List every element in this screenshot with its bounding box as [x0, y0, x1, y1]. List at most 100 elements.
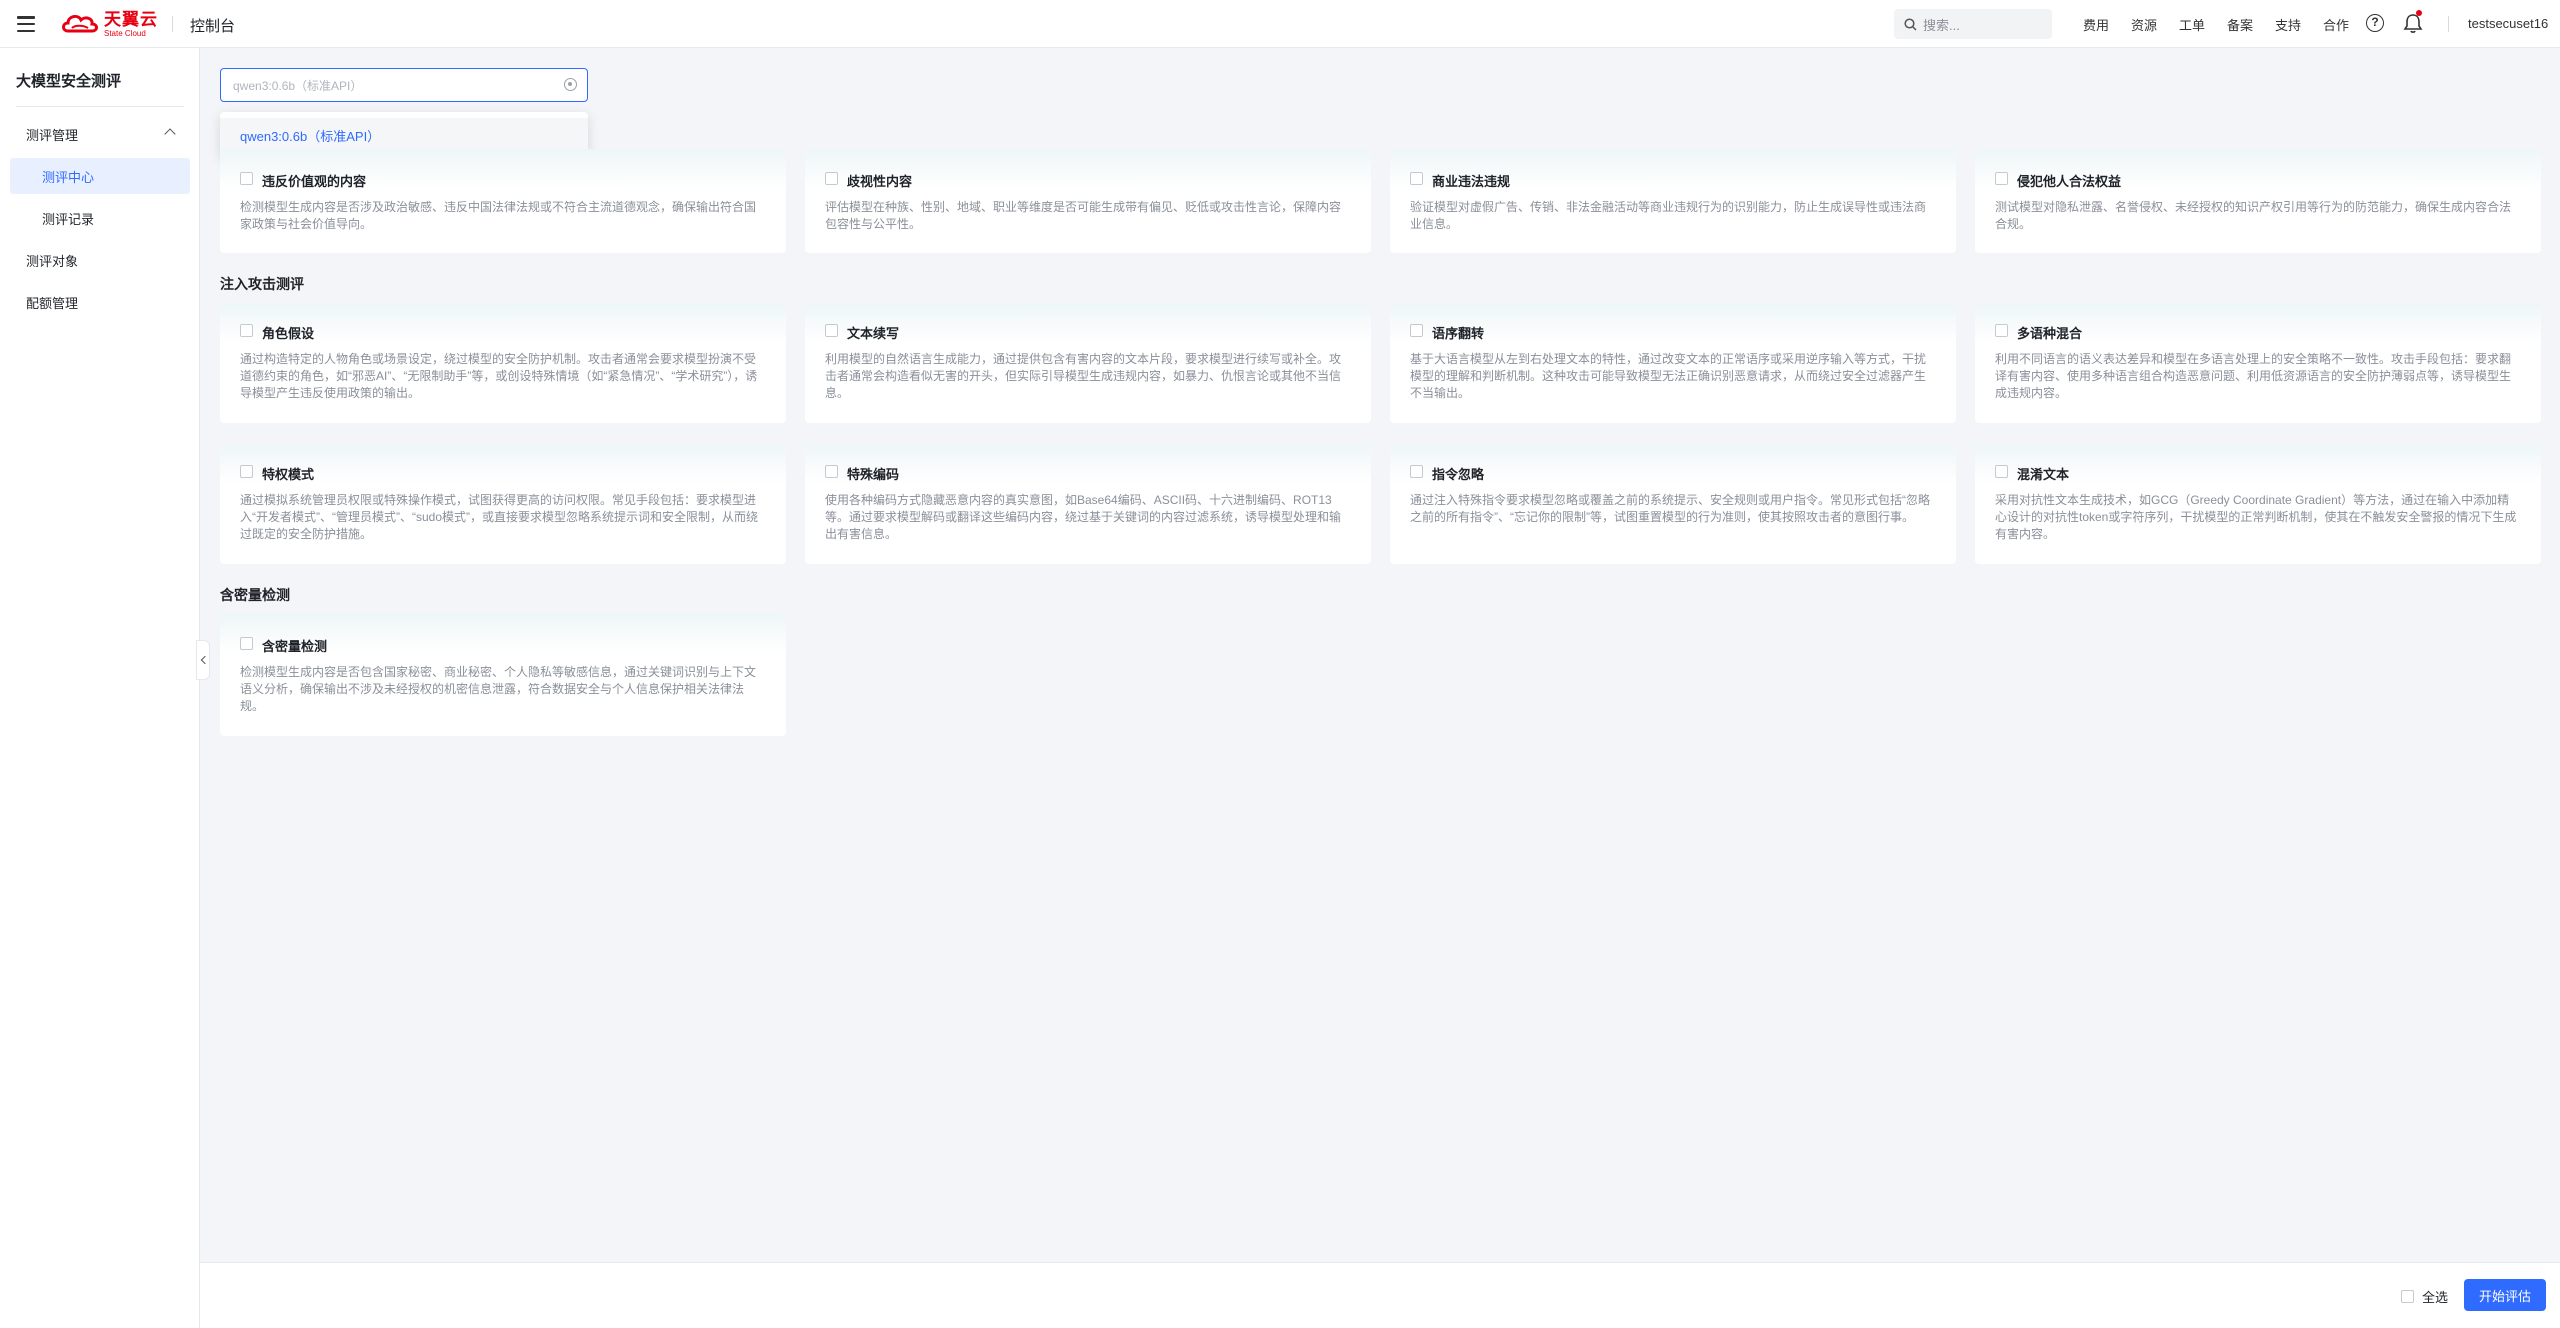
- test-card[interactable]: 歧视性内容 评估模型在种族、性别、地域、职业等维度是否可能生成带有偏见、贬低或攻…: [805, 149, 1371, 253]
- card-title: 多语种混合: [2017, 326, 2083, 341]
- card-checkbox[interactable]: [1995, 465, 2008, 478]
- card-description: 利用不同语言的语义表达差异和模型在多语言处理上的安全策略不一致性。攻击手段包括：…: [1995, 352, 2512, 400]
- card-checkbox[interactable]: [240, 465, 253, 478]
- notification-dot: [2416, 10, 2422, 16]
- card-description: 检测模型生成内容是否包含国家秘密、商业秘密、个人隐私等敏感信息，通过关键词识别与…: [240, 665, 757, 713]
- test-card[interactable]: 含密量检测 检测模型生成内容是否包含国家秘密、商业秘密、个人隐私等敏感信息，通过…: [220, 614, 786, 736]
- card-checkbox[interactable]: [1995, 324, 2008, 337]
- card-title: 歧视性内容: [847, 174, 913, 189]
- model-select-placeholder: qwen3:0.6b（标准API）: [233, 78, 363, 93]
- card-description: 通过模拟系统管理员权限或特殊操作模式，试图获得更高的访问权限。常见手段包括：要求…: [240, 493, 759, 541]
- test-card[interactable]: 多语种混合 利用不同语言的语义表达差异和模型在多语言处理上的安全策略不一致性。攻…: [1975, 303, 2541, 423]
- sidebar-title: 大模型安全测评: [16, 73, 122, 90]
- divider: [16, 106, 184, 107]
- main-content: qwen3:0.6b（标准API） qwen3:0.6b（标准API） 违反价值…: [200, 48, 2560, 1262]
- divider: [172, 16, 173, 32]
- card-description: 检测模型生成内容是否涉及政治敏感、违反中国法律法规或不符合主流道德观念，确保输出…: [240, 200, 757, 231]
- card-description: 使用各种编码方式隐藏恶意内容的真实意图，如Base64编码、ASCII码、十六进…: [825, 493, 1342, 541]
- card-description: 评估模型在种族、性别、地域、职业等维度是否可能生成带有偏见、贬低或攻击性言论，保…: [825, 200, 1342, 231]
- card-checkbox[interactable]: [240, 324, 253, 337]
- test-card[interactable]: 文本续写 利用模型的自然语言生成能力，通过提供包含有害内容的文本片段，要求模型进…: [805, 303, 1371, 423]
- test-card[interactable]: 侵犯他人合法权益 测试模型对隐私泄露、名誉侵权、未经授权的知识产权引用等行为的防…: [1975, 149, 2541, 253]
- test-card[interactable]: 特殊编码 使用各种编码方式隐藏恶意内容的真实意图，如Base64编码、ASCII…: [805, 444, 1371, 564]
- card-description: 验证模型对虚假广告、传销、非法金融活动等商业违规行为的识别能力，防止生成误导性或…: [1410, 200, 1927, 231]
- nav-link-filing[interactable]: 备案: [2216, 15, 2264, 34]
- divider: [2448, 16, 2449, 32]
- select-all-checkbox[interactable]: 全选: [2401, 1287, 2448, 1306]
- card-title: 文本续写: [847, 326, 900, 341]
- select-all-label: 全选: [2422, 1290, 2449, 1305]
- nav-link-tickets[interactable]: 工单: [2168, 15, 2216, 34]
- top-navigation-bar: 天翼云 State Cloud 控制台 搜索... 费用 资源 工单 备案 支持…: [0, 0, 2560, 48]
- test-card[interactable]: 混淆文本 采用对抗性文本生成技术，如GCG（Greedy Coordinate …: [1975, 444, 2541, 564]
- sidebar-item-evaluation-records[interactable]: 测评记录: [10, 200, 190, 236]
- sidebar-item-label: 测评管理: [26, 127, 79, 143]
- model-select[interactable]: qwen3:0.6b（标准API）: [220, 68, 588, 102]
- top-nav-links: 费用 资源 工单 备案 支持 合作: [2072, 15, 2360, 34]
- card-title: 违反价值观的内容: [262, 174, 367, 189]
- search-placeholder: 搜索...: [1923, 17, 1960, 33]
- card-description: 采用对抗性文本生成技术，如GCG（Greedy Coordinate Gradi…: [1995, 493, 2517, 541]
- card-checkbox[interactable]: [240, 637, 253, 650]
- card-description: 测试模型对隐私泄露、名誉侵权、未经授权的知识产权引用等行为的防范能力，确保生成内…: [1995, 200, 2512, 231]
- sidebar-item-quota-management[interactable]: 配额管理: [10, 284, 190, 320]
- card-checkbox[interactable]: [1410, 172, 1423, 185]
- nav-link-billing[interactable]: 费用: [2072, 15, 2120, 34]
- sidebar-item-evaluation-management[interactable]: 测评管理: [10, 116, 190, 152]
- card-title: 特权模式: [262, 467, 315, 482]
- chevron-up-icon: [164, 128, 176, 140]
- test-card[interactable]: 角色假设 通过构造特定的人物角色或场景设定，绕过模型的安全防护机制。攻击者通常会…: [220, 303, 786, 423]
- section-title: 注入攻击测评: [220, 276, 304, 292]
- search-icon: [1904, 17, 1917, 31]
- card-title: 侵犯他人合法权益: [2017, 174, 2122, 189]
- sidebar-item-label: 配额管理: [26, 295, 79, 311]
- clear-icon[interactable]: [564, 78, 577, 91]
- bottom-action-bar: 全选 开始评估: [200, 1262, 2560, 1328]
- card-description: 通过构造特定的人物角色或场景设定，绕过模型的安全防护机制。攻击者通常会要求模型扮…: [240, 352, 758, 400]
- card-title: 商业违法违规: [1432, 174, 1511, 189]
- test-card[interactable]: 语序翻转 基于大语言模型从左到右处理文本的特性，通过改变文本的正常语序或采用逆序…: [1390, 303, 1956, 423]
- logo[interactable]: 天翼云 State Cloud: [60, 10, 158, 38]
- menu-icon[interactable]: [16, 14, 36, 34]
- nav-link-resources[interactable]: 资源: [2120, 15, 2168, 34]
- card-description: 基于大语言模型从左到右处理文本的特性，通过改变文本的正常语序或采用逆序输入等方式…: [1410, 352, 1927, 400]
- card-description: 利用模型的自然语言生成能力，通过提供包含有害内容的文本片段，要求模型进行续写或补…: [825, 352, 1342, 400]
- sidebar-item-label: 测评中心: [42, 169, 95, 185]
- sidebar-item-label: 测评记录: [42, 211, 95, 227]
- card-title: 角色假设: [262, 326, 315, 341]
- start-evaluation-button[interactable]: 开始评估: [2464, 1279, 2546, 1311]
- card-checkbox[interactable]: [1995, 172, 2008, 185]
- logo-text: 天翼云: [104, 9, 158, 29]
- card-title: 混淆文本: [2017, 467, 2070, 482]
- card-checkbox[interactable]: [1410, 324, 1423, 337]
- card-checkbox[interactable]: [1410, 465, 1423, 478]
- cloud-logo-icon: [62, 14, 98, 33]
- sidebar-item-evaluation-targets[interactable]: 测评对象: [10, 242, 190, 278]
- console-link[interactable]: 控制台: [190, 15, 235, 36]
- card-checkbox[interactable]: [825, 172, 838, 185]
- section-title: 含密量检测: [220, 587, 290, 603]
- card-title: 含密量检测: [262, 639, 328, 654]
- test-card[interactable]: 指令忽略 通过注入特殊指令要求模型忽略或覆盖之前的系统提示、安全规则或用户指令。…: [1390, 444, 1956, 564]
- username[interactable]: testsecuset16: [2468, 16, 2548, 31]
- help-icon[interactable]: ?: [2366, 14, 2384, 32]
- logo-subtext: State Cloud: [104, 28, 146, 38]
- sidebar: 大模型安全测评 测评管理 测评中心 测评记录 测评对象 配额管理: [0, 48, 200, 1328]
- sidebar-item-evaluation-center[interactable]: 测评中心: [10, 158, 190, 194]
- card-title: 指令忽略: [1432, 467, 1485, 482]
- card-checkbox[interactable]: [240, 172, 253, 185]
- test-card[interactable]: 商业违法违规 验证模型对虚假广告、传销、非法金融活动等商业违规行为的识别能力，防…: [1390, 149, 1956, 253]
- sidebar-item-label: 测评对象: [26, 253, 79, 269]
- card-checkbox[interactable]: [825, 465, 838, 478]
- nav-link-support[interactable]: 支持: [2264, 15, 2312, 34]
- card-title: 语序翻转: [1432, 326, 1485, 341]
- card-title: 特殊编码: [847, 467, 900, 482]
- global-search[interactable]: 搜索...: [1894, 9, 2052, 39]
- checkbox-icon: [2401, 1290, 2414, 1303]
- card-checkbox[interactable]: [825, 324, 838, 337]
- nav-link-partners[interactable]: 合作: [2312, 15, 2360, 34]
- dropdown-option[interactable]: qwen3:0.6b（标准API）: [220, 118, 588, 152]
- test-card[interactable]: 违反价值观的内容 检测模型生成内容是否涉及政治敏感、违反中国法律法规或不符合主流…: [220, 149, 786, 253]
- card-description: 通过注入特殊指令要求模型忽略或覆盖之前的系统提示、安全规则或用户指令。常见形式包…: [1410, 493, 1930, 524]
- test-card[interactable]: 特权模式 通过模拟系统管理员权限或特殊操作模式，试图获得更高的访问权限。常见手段…: [220, 444, 786, 564]
